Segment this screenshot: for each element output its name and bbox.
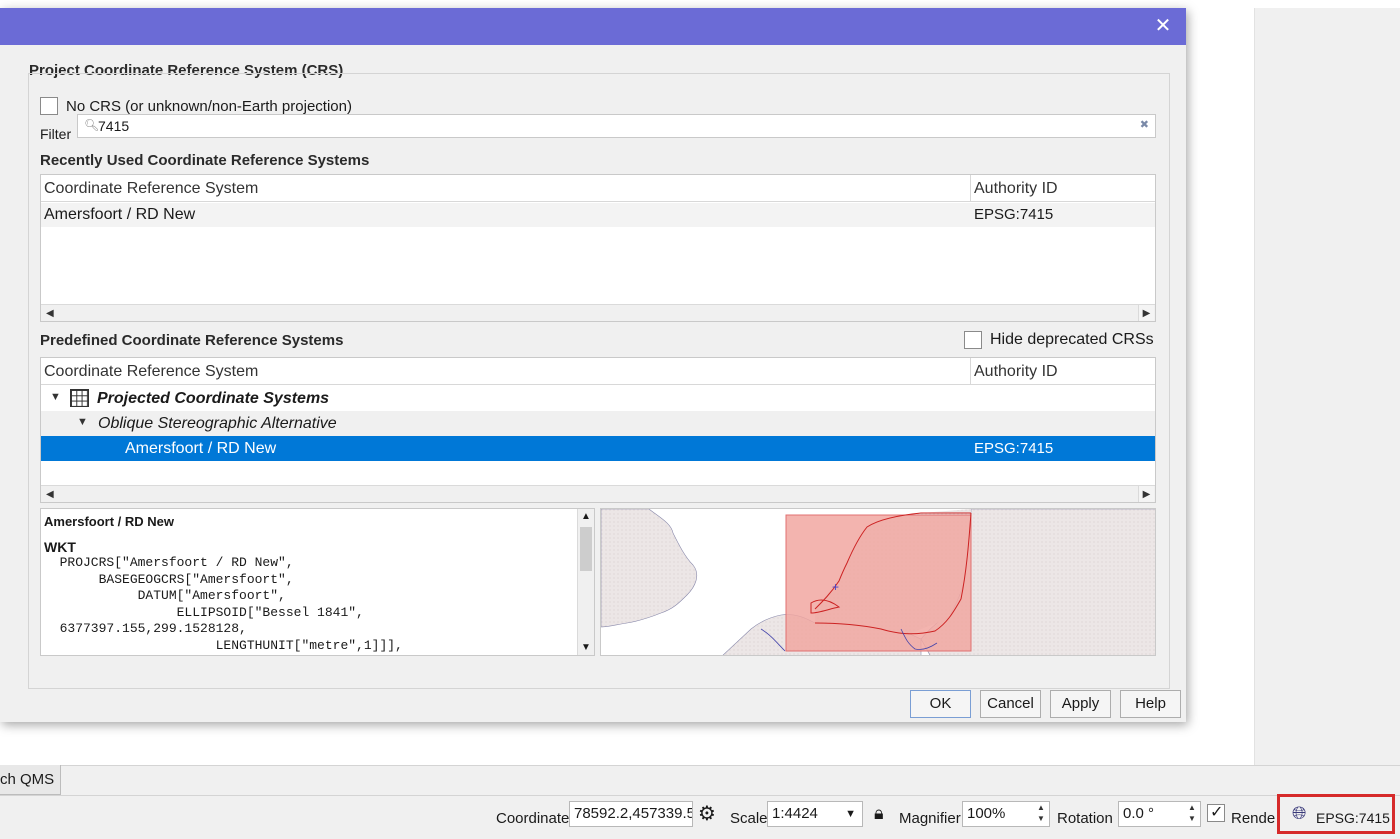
checkmark-icon: ✓ bbox=[1210, 804, 1224, 821]
wkt-heading: WKT bbox=[44, 539, 76, 555]
column-separator bbox=[970, 358, 971, 385]
filter-input[interactable] bbox=[98, 117, 1128, 135]
scroll-left-icon[interactable]: ◀ bbox=[46, 308, 54, 319]
column-header-crs[interactable]: Coordinate Reference System bbox=[44, 363, 258, 381]
chevron-down-icon[interactable]: ▼ bbox=[845, 802, 856, 826]
rotation-label: Rotation bbox=[1057, 810, 1113, 827]
extent-map-svg: + bbox=[601, 509, 1155, 655]
tree-subgroup-oblique[interactable]: ▼ Oblique Stereographic Alternative bbox=[41, 411, 1155, 436]
no-crs-checkbox[interactable] bbox=[40, 97, 58, 115]
hide-deprecated-label: Hide deprecated CRSs bbox=[990, 331, 1154, 348]
lock-icon[interactable]: 🔒︎ bbox=[874, 803, 884, 824]
search-icon: 🔍︎ bbox=[84, 118, 100, 132]
scroll-left-icon[interactable]: ◀ bbox=[46, 489, 54, 500]
hide-deprecated-checkbox[interactable] bbox=[964, 331, 982, 349]
recent-crs-table: Coordinate Reference System Authority ID… bbox=[40, 174, 1156, 322]
dialog-titlebar: ✕ bbox=[0, 8, 1186, 45]
apply-button[interactable]: Apply bbox=[1050, 690, 1111, 718]
cancel-button[interactable]: Cancel bbox=[980, 690, 1041, 718]
dock-tabs-bar bbox=[0, 765, 1400, 795]
crs-extent-rectangle bbox=[785, 514, 972, 652]
selected-authority-id: EPSG:7415 bbox=[974, 440, 1054, 457]
filter-field[interactable]: 🔍︎ ✖ bbox=[77, 114, 1156, 138]
coordinate-label: Coordinate bbox=[496, 810, 570, 827]
right-dock-panel bbox=[1254, 8, 1400, 765]
magnifier-label: Magnifier bbox=[899, 810, 961, 827]
scale-field[interactable]: 1:4424 ▼ bbox=[767, 801, 863, 827]
scale-value: 1:4424 bbox=[772, 805, 818, 822]
table-row[interactable]: Amersfoort / RD New EPSG:7415 bbox=[41, 203, 1155, 227]
ok-button[interactable]: OK bbox=[910, 690, 971, 718]
recent-table-header: Coordinate Reference System Authority ID bbox=[41, 175, 1155, 202]
close-icon[interactable]: ✕ bbox=[1152, 15, 1174, 37]
group-label: Projected Coordinate Systems bbox=[97, 390, 330, 407]
vertical-scrollbar[interactable]: ▲ ▼ bbox=[577, 509, 594, 655]
tree-group-projected[interactable]: ▼ Projected Coordinate Systems bbox=[41, 386, 1155, 411]
rotation-field[interactable]: 0.0 ° ▲ ▼ bbox=[1118, 801, 1201, 827]
column-header-crs[interactable]: Coordinate Reference System bbox=[44, 180, 258, 198]
coordinate-field[interactable]: 78592.2,457339.5 bbox=[569, 801, 693, 827]
scroll-thumb[interactable] bbox=[580, 527, 592, 571]
scroll-up-icon[interactable]: ▲ bbox=[581, 511, 591, 522]
center-marker-icon: + bbox=[832, 580, 839, 594]
magnifier-value: 100% bbox=[967, 805, 1006, 822]
spinner-icon[interactable]: ▲ ▼ bbox=[1184, 802, 1200, 826]
tab-search-qms[interactable]: ch QMS bbox=[0, 765, 61, 795]
column-separator bbox=[970, 175, 971, 202]
expand-arrow-icon[interactable]: ▼ bbox=[50, 391, 61, 403]
help-button[interactable]: Help bbox=[1120, 690, 1181, 718]
mouse-cursor-coordinates-icon[interactable]: ⚙ bbox=[698, 801, 716, 826]
row-authority-id: EPSG:7415 bbox=[974, 206, 1054, 223]
grid-icon bbox=[70, 389, 89, 407]
scroll-right-icon[interactable]: ▶ bbox=[1138, 305, 1154, 321]
crs-details-panel: Amersfoort / RD New WKT PROJCRS["Amersfo… bbox=[40, 508, 595, 656]
scroll-right-icon[interactable]: ▶ bbox=[1138, 486, 1154, 502]
scroll-down-icon[interactable]: ▼ bbox=[581, 642, 591, 653]
predefined-table-header: Coordinate Reference System Authority ID bbox=[41, 358, 1155, 385]
spinner-icon[interactable]: ▲ ▼ bbox=[1033, 802, 1049, 826]
render-checkbox[interactable]: ✓ bbox=[1207, 804, 1225, 822]
scale-label: Scale bbox=[730, 810, 768, 827]
horizontal-scrollbar[interactable]: ◀ ▶ bbox=[41, 304, 1155, 321]
magnifier-field[interactable]: 100% ▲ ▼ bbox=[962, 801, 1050, 827]
render-label: Render bbox=[1231, 810, 1276, 827]
horizontal-scrollbar[interactable]: ◀ ▶ bbox=[41, 485, 1155, 502]
details-crs-name: Amersfoort / RD New bbox=[44, 514, 175, 529]
wkt-text: PROJCRS["Amersfoort / RD New", BASEGEOGC… bbox=[59, 555, 403, 653]
tree-item-selected[interactable]: Amersfoort / RD New EPSG:7415 bbox=[41, 436, 1155, 461]
crs-extent-map: + bbox=[600, 508, 1156, 656]
no-crs-label: No CRS (or unknown/non-Earth projection) bbox=[66, 98, 352, 115]
subgroup-label: Oblique Stereographic Alternative bbox=[98, 415, 337, 432]
clear-filter-icon[interactable]: ✖ bbox=[1140, 118, 1149, 131]
predefined-crs-title: Predefined Coordinate Reference Systems bbox=[40, 332, 344, 349]
globe-icon[interactable]: 🌐︎ bbox=[1292, 803, 1306, 824]
selected-crs-name: Amersfoort / RD New bbox=[125, 440, 277, 457]
crs-status-button[interactable]: EPSG:7415 bbox=[1316, 810, 1390, 826]
recent-crs-title: Recently Used Coordinate Reference Syste… bbox=[40, 152, 370, 169]
column-header-authority[interactable]: Authority ID bbox=[974, 180, 1058, 198]
filter-label: Filter bbox=[40, 126, 72, 142]
column-header-authority[interactable]: Authority ID bbox=[974, 363, 1058, 381]
land-england bbox=[601, 509, 698, 628]
row-crs-name: Amersfoort / RD New bbox=[44, 206, 196, 223]
rotation-value: 0.0 ° bbox=[1123, 805, 1155, 822]
predefined-crs-tree: Coordinate Reference System Authority ID… bbox=[40, 357, 1156, 503]
expand-arrow-icon[interactable]: ▼ bbox=[77, 416, 88, 428]
